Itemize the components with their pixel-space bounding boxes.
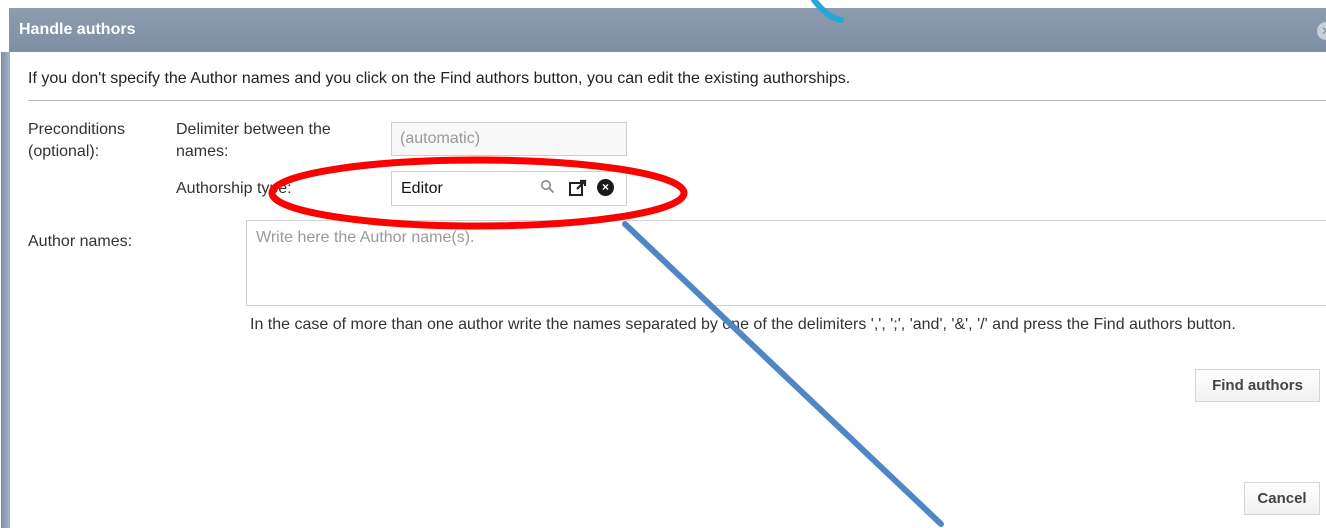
- authorship-type-label: Authorship type:: [176, 180, 292, 197]
- clear-icon[interactable]: ×: [597, 179, 614, 196]
- authorship-type-value: Editor: [401, 180, 443, 197]
- delimiter-placeholder: (automatic): [400, 130, 481, 147]
- dialog-title: Handle authors: [19, 21, 136, 38]
- search-icon[interactable]: [540, 179, 554, 193]
- delimiter-field[interactable]: (automatic): [391, 122, 627, 156]
- screenshot: Handle authors ✕ If you don't specify th…: [0, 0, 1326, 528]
- handle-authors-dialog: Handle authors ✕ If you don't specify th…: [1, 8, 1326, 528]
- info-text: If you don't specify the Author names an…: [28, 70, 851, 87]
- author-names-textarea[interactable]: Write here the Author name(s).: [246, 220, 1326, 306]
- authorship-type-field[interactable]: Editor ×: [391, 171, 627, 206]
- author-names-placeholder: Write here the Author name(s).: [256, 229, 475, 246]
- open-external-icon[interactable]: [568, 178, 588, 198]
- cancel-button[interactable]: Cancel: [1244, 482, 1320, 515]
- find-authors-button[interactable]: Find authors: [1195, 369, 1320, 402]
- preconditions-label: Preconditions (optional):: [28, 121, 125, 160]
- author-names-label: Author names:: [28, 233, 133, 250]
- close-icon[interactable]: ✕: [1317, 22, 1326, 40]
- dialog-title-bar: Handle authors ✕: [10, 8, 1326, 52]
- help-text: In the case of more than one author writ…: [250, 316, 1236, 333]
- left-shadow: [1, 52, 10, 528]
- delimiter-label: Delimiter between the names:: [176, 121, 331, 160]
- divider: [28, 100, 1326, 101]
